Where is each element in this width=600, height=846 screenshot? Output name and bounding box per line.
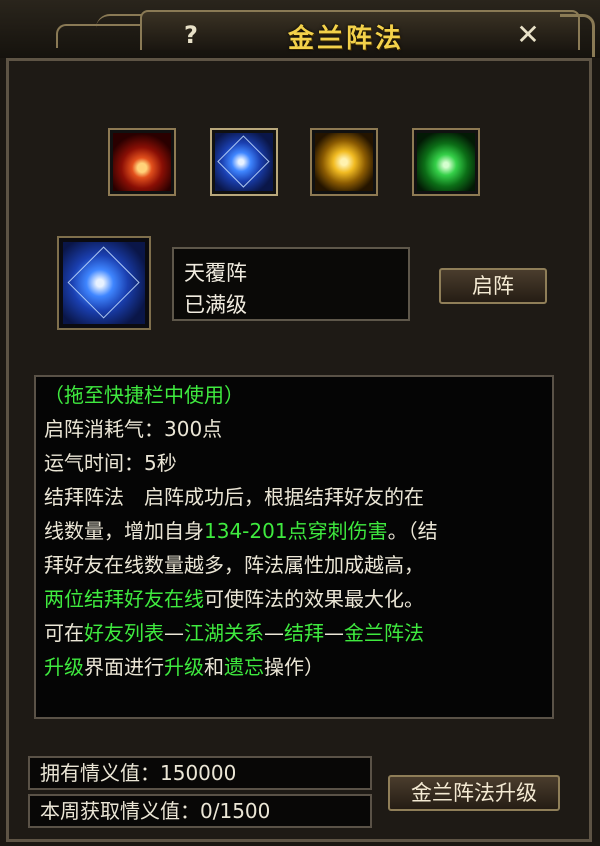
- skill-name: 天覆阵: [184, 261, 247, 285]
- title-bar: ? 金兰阵法 ✕: [0, 0, 600, 58]
- blue-star-icon: [215, 133, 273, 191]
- qi-cost: 启阵消耗气：300点: [44, 417, 223, 441]
- cast-time: 运气时间：5秒: [44, 451, 177, 475]
- skill-info-box: 天覆阵 已满级: [172, 247, 410, 321]
- activate-button[interactable]: 启阵: [439, 268, 547, 304]
- description-text: 线数量，增加自身134-201点穿刺伤害。（结: [44, 519, 438, 543]
- skill-green-formation[interactable]: [412, 128, 480, 196]
- formation-window: ? 金兰阵法 ✕ 天覆阵 已满级 启阵 （拖至快捷栏中使用） 启阵消耗气：300…: [0, 0, 600, 846]
- description-text: 可在好友列表—江湖关系—结拜—金兰阵法: [44, 621, 424, 645]
- blue-star-icon: [63, 242, 145, 324]
- gold-circle-icon: [315, 133, 373, 191]
- skill-gold-formation[interactable]: [310, 128, 378, 196]
- selected-skill-icon[interactable]: [57, 236, 151, 330]
- description-text: 两位结拜好友在线可使阵法的效果最大化。: [44, 587, 424, 611]
- window-title: 金兰阵法: [288, 24, 405, 54]
- title-corner: [560, 14, 595, 57]
- usage-hint: （拖至快捷栏中使用）: [44, 383, 244, 407]
- fire-circle-icon: [113, 133, 171, 191]
- description-box: （拖至快捷栏中使用） 启阵消耗气：300点 运气时间：5秒 结拜阵法 启阵成功后…: [34, 375, 554, 719]
- description-text: 结拜阵法 启阵成功后，根据结拜好友的在: [44, 485, 424, 509]
- upgrade-formation-button[interactable]: 金兰阵法升级: [388, 775, 560, 811]
- close-button[interactable]: ✕: [510, 18, 546, 52]
- help-button[interactable]: ?: [176, 20, 206, 50]
- green-triangle-icon: [417, 133, 475, 191]
- skill-fire-formation[interactable]: [108, 128, 176, 196]
- description-text: 升级界面进行升级和遗忘操作）: [44, 655, 324, 679]
- description-text: 拜好友在线数量越多，阵法属性加成越高，: [44, 553, 424, 577]
- weekly-loyalty-box: 本周获取情义值：0/1500: [28, 794, 372, 828]
- loyalty-value-box: 拥有情义值：150000: [28, 756, 372, 790]
- skill-water-formation[interactable]: [210, 128, 278, 196]
- skill-level: 已满级: [184, 293, 247, 317]
